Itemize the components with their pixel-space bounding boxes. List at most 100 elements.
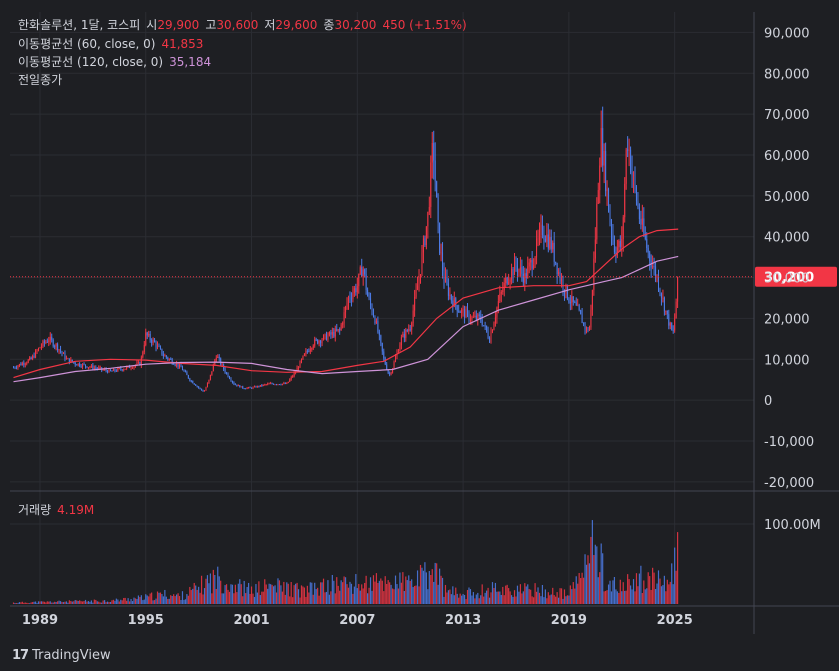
volume-bar (20, 602, 22, 604)
candle-body (314, 339, 316, 346)
candle-body (107, 370, 109, 373)
volume-bar (502, 586, 504, 604)
volume-bar (424, 562, 426, 604)
ma120-legend[interactable]: 이동평균선 (120, close, 0) 35,184 (18, 54, 211, 70)
candle-body (556, 263, 558, 275)
time-tick-label: 2019 (551, 613, 587, 628)
volume-bar (270, 584, 272, 604)
volume-bar (54, 601, 56, 604)
candle-body (355, 288, 357, 293)
chart-frame[interactable]: 30,200 90,000 80,000 70,000 60,000 50,000 40,0… (0, 0, 839, 640)
tradingview-logo[interactable]: 17 TradingView (12, 648, 111, 663)
candle-body (40, 346, 42, 348)
volume-bar (112, 599, 115, 604)
candle-body (149, 334, 151, 341)
ma60-legend[interactable]: 이동평균선 (60, close, 0) 41,853 (18, 36, 203, 52)
candle-body (228, 376, 230, 379)
volume-bar (606, 590, 608, 604)
volume-bar (566, 595, 569, 604)
volume-bar (343, 576, 345, 604)
candle-body (580, 310, 582, 315)
volume-bar (287, 583, 289, 604)
price-chart[interactable]: 30,200 90,000 80,000 70,000 60,000 50,000 40,0… (0, 0, 839, 640)
volume-bar (613, 576, 616, 604)
volume-bar (624, 590, 626, 604)
candle-body (57, 344, 59, 351)
time-tick-label: 2025 (657, 613, 693, 628)
candle-body (187, 375, 189, 379)
candle-body (465, 309, 467, 318)
volume-bar (434, 562, 436, 604)
volume-bar (29, 603, 31, 604)
volume-bar (646, 588, 648, 604)
candle-body (425, 226, 427, 246)
volume-bar (136, 598, 138, 604)
candle-body (281, 383, 283, 385)
volume-bar (311, 582, 313, 604)
volume-bar (519, 584, 521, 604)
candle-body (201, 388, 203, 391)
volume-bar (176, 594, 178, 604)
volume-bar (552, 587, 554, 604)
volume-bar (200, 575, 203, 604)
volume-bar (303, 587, 306, 604)
volume-bar (111, 600, 113, 604)
candle-body (333, 331, 335, 337)
candle-body (152, 339, 154, 343)
volume-bar (346, 584, 348, 604)
candle-body (411, 323, 413, 330)
volume-bar (563, 589, 566, 604)
candle-body (417, 285, 419, 290)
volume-bar (308, 592, 310, 604)
time-tick-label: 2007 (339, 613, 375, 628)
candle-body (151, 340, 153, 343)
volume-bar (84, 599, 87, 604)
candle-body (381, 342, 383, 352)
candle-body (242, 386, 244, 389)
volume-bar (223, 593, 225, 604)
volume-bar (537, 587, 539, 604)
volume-bar (286, 582, 288, 604)
candle-body (35, 350, 37, 358)
volume-bar (596, 546, 598, 604)
volume-bar (92, 602, 94, 604)
candle-body (346, 303, 348, 307)
candle-body (62, 353, 64, 355)
candle-body (126, 366, 128, 369)
price-tick-label: 70,000 (764, 108, 810, 123)
volume-bar (631, 589, 633, 604)
volume-bar (211, 593, 213, 604)
volume-bar (225, 584, 228, 604)
volume-legend[interactable]: 거래량 4.19M (18, 502, 94, 518)
candle-body (618, 240, 620, 248)
volume-bar (162, 596, 164, 604)
volume-bar (236, 592, 238, 604)
volume-bar (117, 599, 119, 604)
time-tick-label: 1989 (22, 613, 58, 628)
volume-bar (333, 580, 335, 604)
volume-bar (500, 594, 502, 604)
candle-body (666, 310, 668, 315)
candle-body (306, 351, 308, 353)
price-tick-label: 80,000 (764, 67, 810, 82)
volume-bar (358, 583, 360, 604)
volume-bar (45, 602, 47, 604)
volume-bar (615, 589, 617, 604)
candle-body (239, 385, 241, 388)
candle-body (361, 267, 363, 277)
volume-bar (414, 585, 416, 604)
candle-body (415, 289, 417, 297)
prev-close-legend[interactable]: 전일종가 (18, 72, 62, 88)
symbol-legend: 한화솔루션, 1달, 코스피 시29,900 고30,600 저29,600 종30,2… (18, 17, 467, 33)
candle-body (644, 232, 646, 239)
candle-body (496, 308, 498, 318)
candle-body (348, 297, 350, 304)
volume-bar (549, 595, 551, 604)
volume-bar (334, 593, 336, 604)
candle-body (184, 371, 186, 373)
volume-bar (26, 602, 28, 604)
low-value: 29,600 (275, 18, 318, 32)
volume-bar (218, 576, 220, 604)
volume-bar (618, 592, 620, 604)
candle-body (262, 384, 264, 386)
